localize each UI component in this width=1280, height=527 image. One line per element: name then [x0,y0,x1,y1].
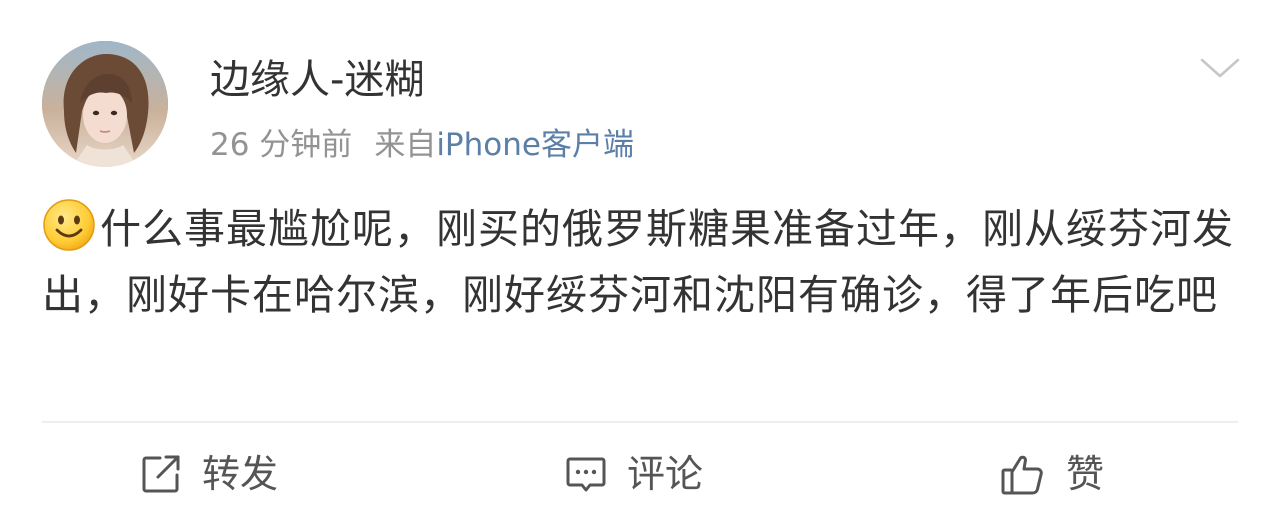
divider [42,421,1238,423]
action-bar: 转发 评论 赞 [0,424,1280,527]
like-label: 赞 [1066,452,1105,496]
repost-button[interactable]: 转发 [140,446,278,502]
comment-button[interactable]: 评论 [565,446,703,502]
author-name[interactable]: 边缘人-迷糊 [210,52,424,108]
post-content: 什么事最尴尬呢，刚买的俄罗斯糖果准备过年，刚从绥芬河发出，刚好卡在哈尔滨，刚好绥… [42,196,1242,328]
source-prefix: 来自 [374,127,437,163]
comment-icon [566,457,606,492]
post-time: 26 分钟前 [210,127,353,163]
source-link[interactable]: iPhone客户端 [436,127,634,163]
more-menu-button[interactable] [1198,52,1242,86]
thumbs-up-icon [1001,455,1043,495]
post-text-body: 什么事最尴尬呢，刚买的俄罗斯糖果准备过年，刚从绥芬河发出，刚好卡在哈尔滨，刚好绥… [42,205,1234,319]
like-button[interactable]: 赞 [1000,446,1104,502]
repost-label: 转发 [202,452,279,496]
repost-icon [142,455,180,493]
avatar-portrait-image [42,41,168,167]
comment-label: 评论 [627,452,704,496]
post-meta: 26 分钟前 来自iPhone客户端 [210,123,634,167]
smile-emoji-icon [43,199,95,251]
weibo-post-card: 边缘人-迷糊 26 分钟前 来自iPhone客户端 什么事最尴尬呢，刚买的俄罗斯糖… [0,0,1280,527]
avatar[interactable] [42,41,168,167]
chevron-down-icon [1200,58,1240,78]
